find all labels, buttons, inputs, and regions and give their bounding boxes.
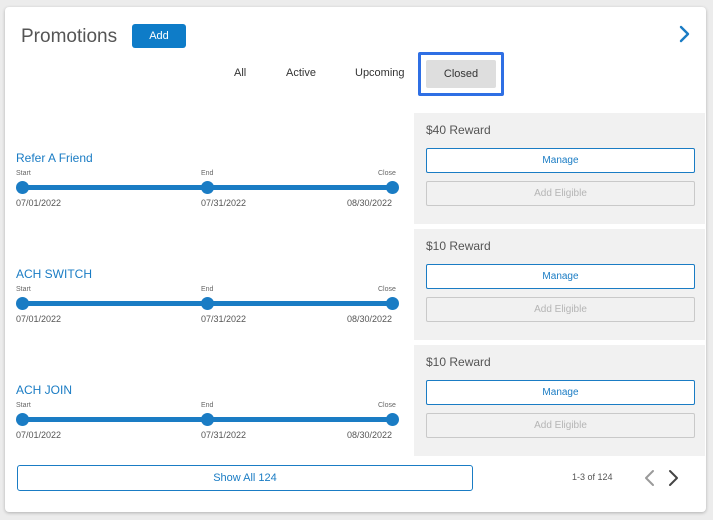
timeline-close-dot — [386, 297, 399, 310]
promotion-name[interactable]: Refer A Friend — [16, 151, 93, 165]
tab-active[interactable]: Active — [286, 67, 316, 79]
add-eligible-button[interactable]: Add Eligible — [426, 413, 695, 438]
timeline-start-dot — [16, 181, 29, 194]
end-date: 07/31/2022 — [201, 198, 247, 208]
chevron-right-icon[interactable] — [675, 24, 693, 44]
tab-closed-label: Closed — [426, 60, 496, 88]
timeline-start-label: Start — [16, 286, 31, 293]
chevron-right-icon[interactable] — [666, 469, 680, 487]
start-date: 07/01/2022 — [16, 314, 62, 324]
close-date: 08/30/2022 — [347, 430, 393, 440]
chevron-left-icon[interactable] — [643, 469, 657, 487]
page-title: Promotions — [21, 26, 118, 47]
tab-closed[interactable]: Closed — [418, 52, 504, 96]
timeline-end-label: End — [201, 402, 214, 409]
manage-button[interactable]: Manage — [426, 380, 695, 405]
timeline-start-dot — [16, 297, 29, 310]
timeline-close-label: Close — [378, 170, 396, 177]
timeline-close-dot — [386, 181, 399, 194]
reward-amount: $10 Reward — [426, 355, 491, 369]
timeline-start-label: Start — [16, 170, 31, 177]
timeline-start-label: Start — [16, 402, 31, 409]
close-date: 08/30/2022 — [347, 198, 393, 208]
tab-upcoming[interactable]: Upcoming — [355, 67, 405, 79]
timeline-end-label: End — [201, 286, 214, 293]
reward-panel: $10 Reward Manage Add Eligible — [414, 229, 705, 340]
end-date: 07/31/2022 — [201, 314, 247, 324]
pagination-text: 1-3 of 124 — [572, 472, 613, 482]
start-date: 07/01/2022 — [16, 430, 62, 440]
tab-all[interactable]: All — [234, 67, 246, 79]
reward-panel: $10 Reward Manage Add Eligible — [414, 345, 705, 456]
end-date: 07/31/2022 — [201, 430, 247, 440]
timeline-close-label: Close — [378, 286, 396, 293]
timeline-close-dot — [386, 413, 399, 426]
timeline-close-label: Close — [378, 402, 396, 409]
timeline-end-dot — [201, 181, 214, 194]
manage-button[interactable]: Manage — [426, 264, 695, 289]
promotion-row: Refer A Friend Start End Close 07/01/202… — [5, 112, 706, 224]
add-eligible-button[interactable]: Add Eligible — [426, 297, 695, 322]
promotion-name[interactable]: ACH SWITCH — [16, 267, 92, 281]
promotions-card: Promotions Add All Active Upcoming Close… — [5, 7, 706, 512]
timeline-start-dot — [16, 413, 29, 426]
promotion-name[interactable]: ACH JOIN — [16, 383, 72, 397]
timeline-end-dot — [201, 297, 214, 310]
reward-panel: $40 Reward Manage Add Eligible — [414, 113, 705, 224]
add-promotion-button[interactable]: Add — [132, 24, 186, 48]
close-date: 08/30/2022 — [347, 314, 393, 324]
promotion-row: ACH SWITCH Start End Close 07/01/2022 07… — [5, 228, 706, 340]
start-date: 07/01/2022 — [16, 198, 62, 208]
add-eligible-button[interactable]: Add Eligible — [426, 181, 695, 206]
promotion-row: ACH JOIN Start End Close 07/01/2022 07/3… — [5, 344, 706, 456]
manage-button[interactable]: Manage — [426, 148, 695, 173]
reward-amount: $10 Reward — [426, 239, 491, 253]
timeline-end-dot — [201, 413, 214, 426]
show-all-button[interactable]: Show All 124 — [17, 465, 473, 491]
timeline-end-label: End — [201, 170, 214, 177]
reward-amount: $40 Reward — [426, 123, 491, 137]
